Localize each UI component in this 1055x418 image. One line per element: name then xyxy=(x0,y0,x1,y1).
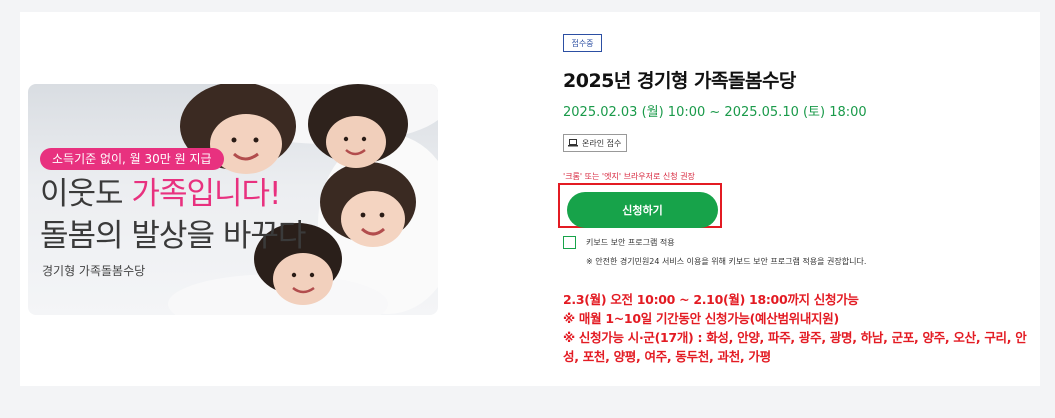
banner-headline-part1: 이웃도 xyxy=(40,176,132,212)
status-badge: 접수중 xyxy=(563,34,602,52)
apply-button[interactable]: 신청하기 xyxy=(567,192,718,228)
online-application-badge: 온라인 접수 xyxy=(563,134,628,152)
banner-tag: 소득기준 없이, 월 30만 원 지급 xyxy=(40,148,224,170)
online-badge-label: 온라인 접수 xyxy=(582,138,622,148)
keyboard-security-checkbox[interactable] xyxy=(563,236,576,249)
banner-headline-highlight: 가족입니다! xyxy=(131,176,281,212)
application-notice: 2.3(월) 오전 10:00 ~ 2.10(월) 18:00까지 신청가능 ※… xyxy=(563,290,1033,366)
banner-headline-line2: 돌봄의 발상을 바꾸다 xyxy=(40,218,306,254)
notice-line-schedule: 2.3(월) 오전 10:00 ~ 2.10(월) 18:00까지 신청가능 xyxy=(563,292,859,307)
keyboard-security-note: ※ 안전한 경기민원24 서비스 이용을 위해 키보드 보안 프로그램 적용을 … xyxy=(586,257,867,266)
banner-brand: 경기형 가족돌봄수당 xyxy=(42,264,146,278)
application-period: 2025.02.03 (월) 10:00 ~ 2025.05.10 (토) 18… xyxy=(563,105,867,120)
notice-line-monthly: ※ 매월 1~10일 기간동안 신청가능(예산범위내지원) xyxy=(563,311,839,326)
program-banner: 소득기준 없이, 월 30만 원 지급 이웃도 가족입니다! 돌봄의 발상을 바… xyxy=(28,84,438,315)
browser-recommendation: '크롬' 또는 '엣지' 브라우저로 신청 권장 xyxy=(563,172,695,181)
notice-line-regions: ※ 신청가능 시·군(17개) : 화성, 안양, 파주, 광주, 광명, 하남… xyxy=(563,330,1027,364)
keyboard-security-label: 키보드 보안 프로그램 적용 xyxy=(586,238,675,247)
banner-headline: 이웃도 가족입니다! xyxy=(40,174,281,214)
page-title: 2025년 경기형 가족돌봄수당 xyxy=(563,70,796,92)
laptop-icon xyxy=(568,139,578,147)
